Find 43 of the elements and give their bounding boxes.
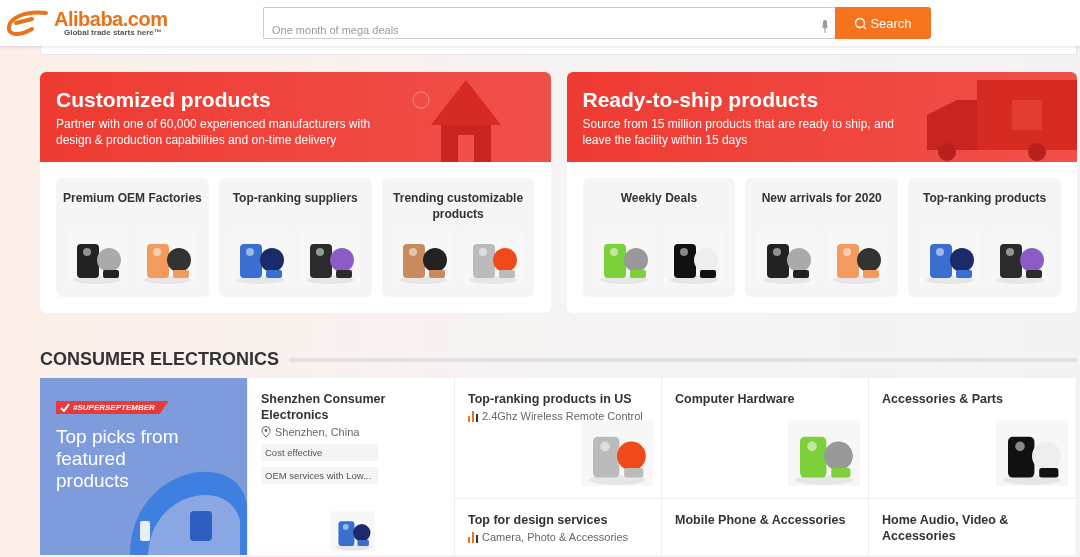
tagline: Global trade starts here™ <box>64 29 163 37</box>
category-title: Computer Hardware <box>675 391 796 407</box>
product-name: 2.4Ghz Wireless Remote Control <box>482 410 643 422</box>
promo-title: Customized products <box>56 88 272 112</box>
featured-banner[interactable]: #SUPERSEPTEMBER Top picks from featured products <box>40 378 247 555</box>
category-tile[interactable]: Top-ranking suppliers <box>218 178 372 297</box>
search-field[interactable]: One month of mega deals <box>263 7 835 39</box>
location-pin-icon <box>261 426 271 438</box>
promo-banner[interactable]: Ready-to-ship products Source from 15 million products that are ready to ship, and leave the facility within 15 days <box>566 72 1077 162</box>
promo-description: Partner with one of 60,000 experienced manufacturers with design & production capabilities and on-time delivery <box>56 116 372 148</box>
supplier-tag: OEM services with Low... <box>261 467 378 484</box>
category-title: Home Audio, Video & Accessories <box>882 512 1010 544</box>
category-title: Top for design services <box>468 512 609 528</box>
category-cell[interactable]: Top-ranking products in US 2.4Ghz Wireless Remote Control <box>455 378 661 498</box>
location-text: Shenzhen, China <box>275 426 360 438</box>
category-title: Mobile Phone & Accessories <box>675 512 847 528</box>
category-cell[interactable]: Mobile Phone & Accessories <box>662 499 868 555</box>
search-icon <box>854 16 868 30</box>
category-title: Accessories & Parts <box>882 391 1004 407</box>
promo-description: Source from 15 million products that are ready to ship, and leave the facility within 15 days <box>582 116 895 148</box>
category-cell[interactable]: Accessories & Parts <box>869 378 1076 498</box>
product-name: Camera, Photo & Accessories <box>482 531 629 543</box>
category-tile[interactable]: Weekly Deals <box>582 178 736 297</box>
hashtag-badge: #SUPERSEPTEMBER <box>56 401 169 414</box>
category-tile[interactable]: Premium OEM Factories <box>56 178 209 297</box>
bar-chart-icon <box>468 531 478 543</box>
microphone-icon[interactable] <box>821 20 829 33</box>
promo-banner[interactable]: Customized products Partner with one of 60,000 experienced manufacturers with design & production capabilities and on-time delivery <box>40 72 551 162</box>
banner-headline: Top picks from featured products <box>56 426 180 492</box>
category-title: Top-ranking products in US <box>468 391 633 407</box>
supplier-card[interactable]: Shenzhen Consumer Electronics Shenzhen, China Cost effective OEM services with Low... <box>248 378 454 555</box>
section-title: CONSUMER ELECTRONICS <box>40 349 279 370</box>
category-cell[interactable]: Home Audio, Video & Accessories <box>869 499 1076 555</box>
supplier-name: Shenzhen Consumer Electronics <box>261 391 387 423</box>
category-cell[interactable]: Top for design services Camera, Photo & Accessories <box>455 499 661 555</box>
bar-chart-icon <box>468 410 478 422</box>
category-tile[interactable]: Trending customizable products <box>381 178 535 297</box>
category-cell[interactable]: Computer Hardware <box>662 378 868 498</box>
supplier-tag: Cost effective <box>261 444 378 461</box>
category-tile[interactable]: New arrivals for 2020 <box>745 178 899 297</box>
category-tile[interactable]: Top-ranking products <box>908 178 1061 297</box>
check-icon <box>60 403 70 412</box>
promo-title: Ready-to-ship products <box>582 88 820 112</box>
